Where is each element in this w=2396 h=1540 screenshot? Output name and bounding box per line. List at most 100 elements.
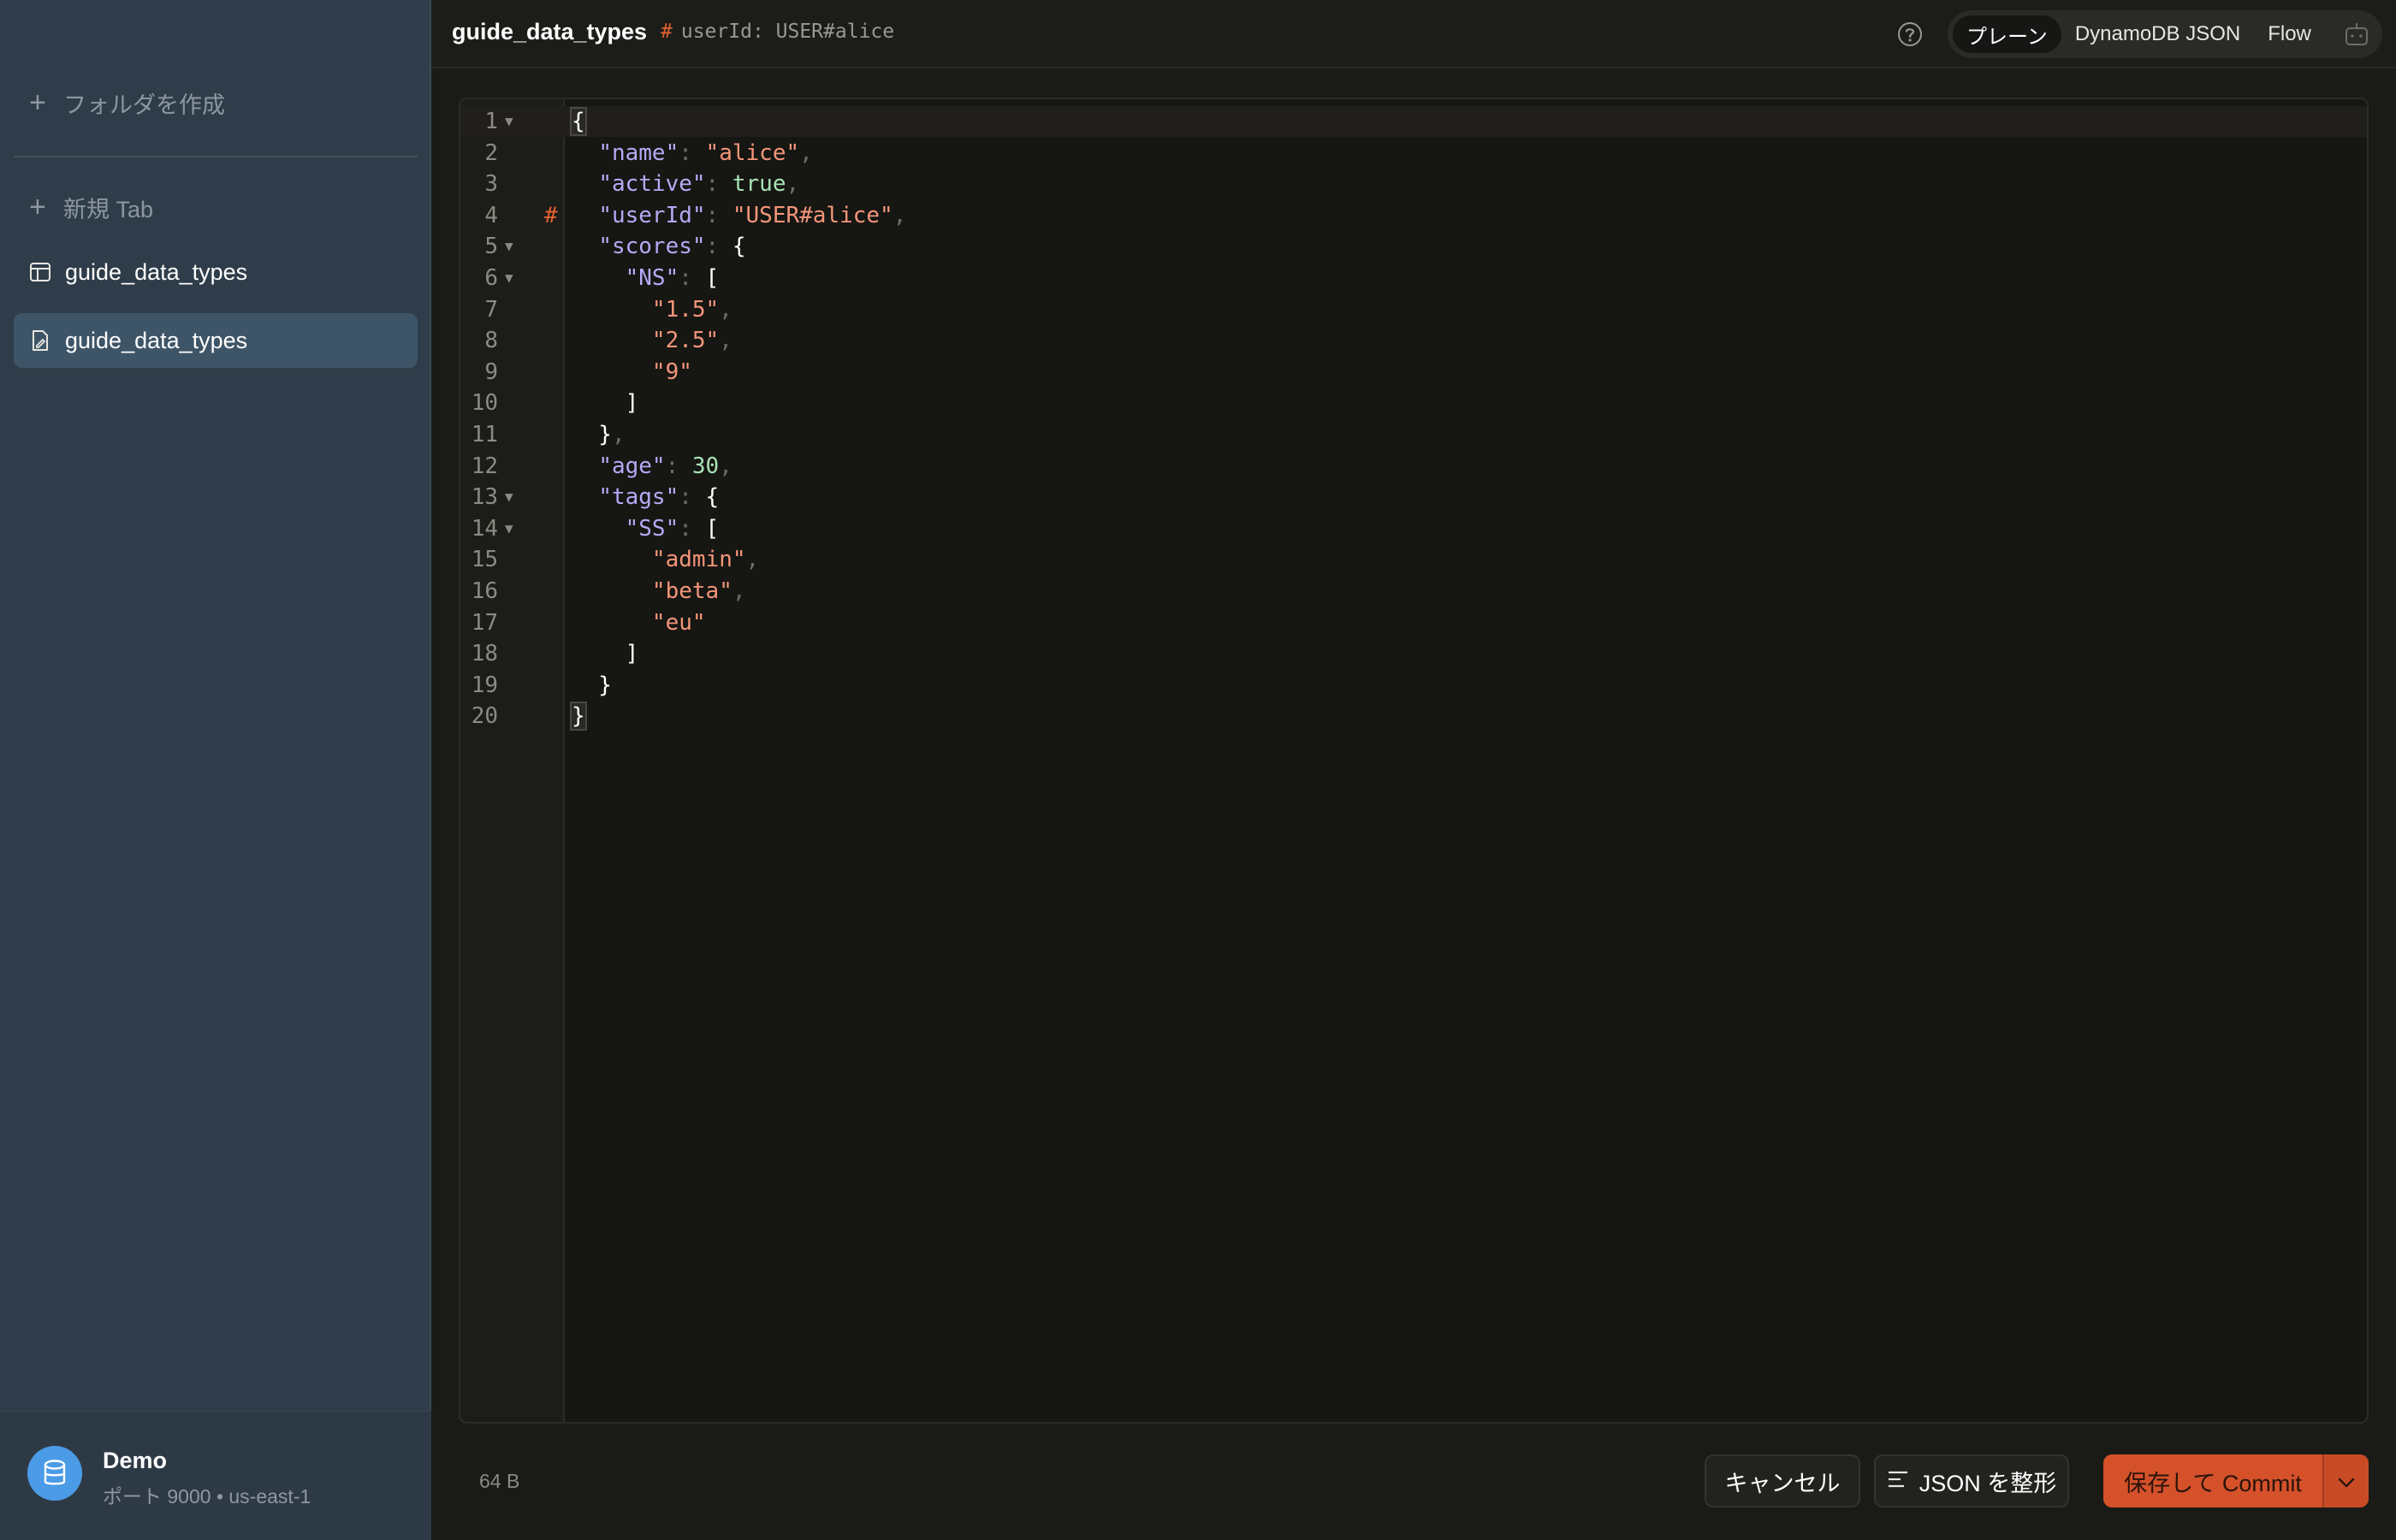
code-line[interactable]: 12 "age": 30, xyxy=(460,451,2367,482)
save-commit-button[interactable]: 保存して Commit xyxy=(2103,1454,2322,1507)
code-text[interactable]: "name": "alice", xyxy=(572,138,812,169)
robot-icon[interactable] xyxy=(2341,19,2372,50)
code-line[interactable]: 6 ▼ "NS": [ xyxy=(460,263,2367,293)
code-text[interactable]: "beta", xyxy=(572,576,746,607)
code-line[interactable]: 10 ] xyxy=(460,388,2367,418)
mode-flow-button[interactable]: Flow xyxy=(2254,15,2325,53)
code-text[interactable]: "NS": [ xyxy=(572,263,720,293)
create-folder-label: フォルダを作成 xyxy=(63,92,225,118)
sidebar-item-label: guide_data_types xyxy=(65,258,248,285)
sidebar-item-table[interactable]: guide_data_types xyxy=(14,245,418,299)
connection-detail: ポート 9000 • us-east-1 xyxy=(103,1485,311,1507)
code-text[interactable]: "9" xyxy=(572,357,692,388)
fold-toggle-icon[interactable]: ▼ xyxy=(505,263,513,293)
document-edit-icon xyxy=(29,327,65,354)
line-number: 7 xyxy=(484,296,498,323)
line-number: 5 xyxy=(484,234,498,260)
code-text[interactable]: "active": true, xyxy=(572,169,799,199)
line-number: 18 xyxy=(471,641,498,667)
code-text[interactable]: "admin", xyxy=(572,544,759,575)
line-number: 8 xyxy=(484,328,498,354)
code-line[interactable]: 18 ] xyxy=(460,638,2367,669)
code-text[interactable]: "scores": { xyxy=(572,231,745,262)
new-tab-button[interactable]: + 新規 Tab xyxy=(14,180,418,234)
line-number: 6 xyxy=(484,265,498,291)
table-icon xyxy=(29,258,65,286)
key-hash-icon: # xyxy=(661,21,673,43)
align-left-icon xyxy=(1887,1468,1909,1495)
line-number: 20 xyxy=(471,703,498,730)
header: guide_data_types # userId: USER#alice プレー… xyxy=(431,0,2396,68)
line-number: 19 xyxy=(471,672,498,698)
create-folder-button[interactable]: + フォルダを作成 xyxy=(14,75,418,130)
code-line[interactable]: 2 "name": "alice", xyxy=(460,138,2367,169)
view-mode-toggle: プレーン DynamoDB JSON Flow xyxy=(1948,10,2382,58)
code-line[interactable]: 3 "active": true, xyxy=(460,169,2367,199)
code-line[interactable]: 14 ▼ "SS": [ xyxy=(460,513,2367,544)
code-line[interactable]: 4 # "userId": "USER#alice", xyxy=(460,200,2367,231)
json-editor[interactable]: 1 ▼{2 "name": "alice", 3 "active": true, 4 #… xyxy=(459,98,2369,1424)
code-text[interactable]: ] xyxy=(572,638,639,669)
fold-toggle-icon[interactable]: ▼ xyxy=(505,106,513,137)
code-text[interactable]: } xyxy=(572,670,612,701)
commit-options-button[interactable] xyxy=(2322,1454,2369,1507)
code-text[interactable]: } xyxy=(570,701,587,732)
line-number: 1 xyxy=(484,109,498,134)
code-text[interactable]: "age": 30, xyxy=(572,451,732,482)
line-number: 9 xyxy=(484,358,498,385)
document-size: 64 B xyxy=(479,1470,520,1492)
plus-icon: + xyxy=(29,86,46,119)
cancel-button[interactable]: キャンセル xyxy=(1705,1454,1860,1507)
code-line[interactable]: 19 } xyxy=(460,670,2367,701)
code-text[interactable]: "2.5", xyxy=(572,325,732,356)
page-title: guide_data_types xyxy=(452,19,648,44)
new-tab-label: 新規 Tab xyxy=(63,196,154,222)
line-number: 17 xyxy=(471,609,498,636)
code-line[interactable]: 17 "eu" xyxy=(460,607,2367,638)
code-line[interactable]: 9 "9" xyxy=(460,357,2367,388)
code-line[interactable]: 16 "beta", xyxy=(460,576,2367,607)
line-number: 2 xyxy=(484,139,498,166)
sidebar-divider xyxy=(14,156,418,157)
line-number: 10 xyxy=(471,390,498,417)
sidebar: + フォルダを作成 + 新規 Tab guide_data_types guid… xyxy=(0,0,431,1540)
database-icon xyxy=(27,1446,82,1501)
chevron-down-icon xyxy=(2337,1468,2356,1495)
code-text[interactable]: "1.5", xyxy=(572,294,732,325)
code-line[interactable]: 1 ▼ { xyxy=(460,106,2367,137)
mode-dynamodb-json-button[interactable]: DynamoDB JSON xyxy=(2061,15,2254,53)
fold-toggle-icon[interactable]: ▼ xyxy=(505,513,513,544)
connection-name: Demo xyxy=(103,1448,168,1473)
code-line[interactable]: 5 ▼ "scores": { xyxy=(460,231,2367,262)
code-line[interactable]: 8 "2.5", xyxy=(460,325,2367,356)
code-line[interactable]: 7 "1.5", xyxy=(460,294,2367,325)
connection-panel[interactable]: Demo ポート 9000 • us-east-1 xyxy=(0,1410,431,1540)
code-text[interactable]: "SS": [ xyxy=(572,513,720,544)
line-number: 11 xyxy=(471,422,498,447)
item-key: # userId: USER#alice xyxy=(661,21,894,43)
line-number: 16 xyxy=(471,578,498,604)
fold-toggle-icon[interactable]: ▼ xyxy=(505,231,513,262)
code-text[interactable]: "userId": "USER#alice", xyxy=(572,200,906,231)
line-number: 3 xyxy=(484,171,498,198)
line-number: 14 xyxy=(471,515,498,542)
line-number: 4 xyxy=(484,202,498,228)
code-text[interactable]: }, xyxy=(572,419,625,450)
fold-toggle-icon[interactable]: ▼ xyxy=(505,482,513,512)
line-number: 12 xyxy=(471,453,498,479)
code-line[interactable]: 11 }, xyxy=(460,419,2367,450)
code-line[interactable]: 13 ▼ "tags": { xyxy=(460,482,2367,512)
mode-plain-button[interactable]: プレーン xyxy=(1953,15,2061,53)
code-line[interactable]: 15 "admin", xyxy=(460,544,2367,575)
format-json-button[interactable]: JSON を整形 xyxy=(1874,1454,2069,1507)
code-text[interactable]: "eu" xyxy=(572,607,706,638)
code-text[interactable]: { xyxy=(570,106,587,137)
code-line[interactable]: 20} xyxy=(460,701,2367,732)
sidebar-item-label: guide_data_types xyxy=(65,327,248,353)
key-marker-icon: # xyxy=(544,202,558,228)
format-json-label: JSON を整形 xyxy=(1919,1470,2057,1496)
code-text[interactable]: ] xyxy=(572,388,639,418)
code-text[interactable]: "tags": { xyxy=(572,482,719,512)
sidebar-item-document[interactable]: guide_data_types xyxy=(14,313,418,368)
help-icon[interactable] xyxy=(1896,21,1924,48)
